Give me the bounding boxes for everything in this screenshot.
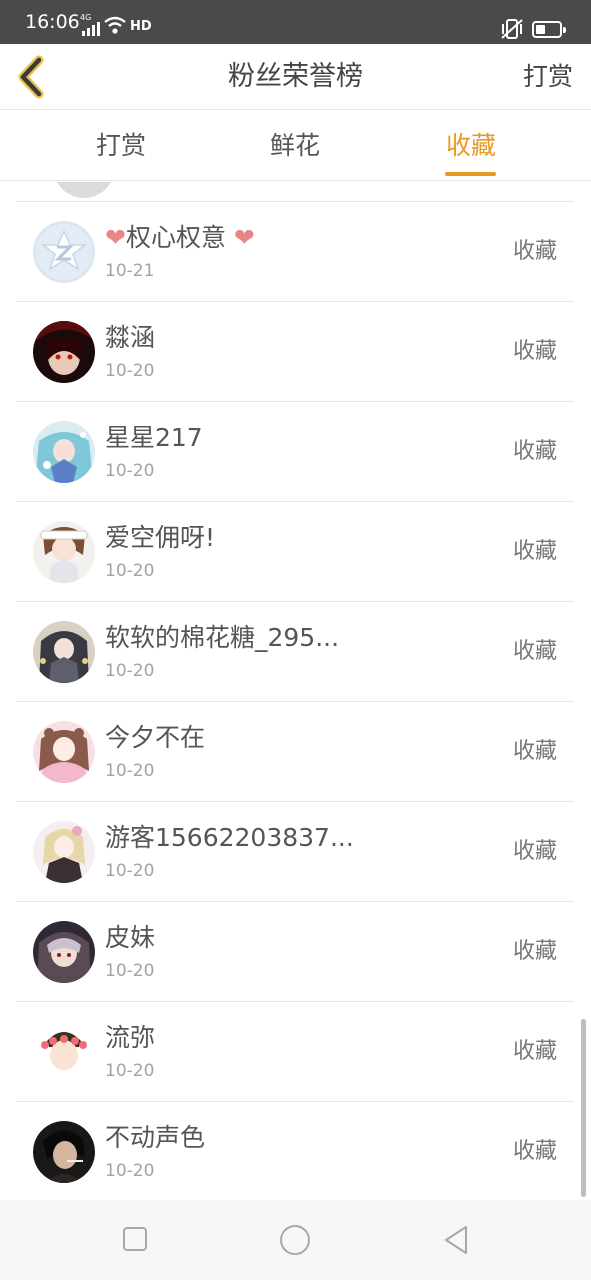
avatar bbox=[33, 521, 95, 583]
favorite-label: 收藏 bbox=[512, 239, 557, 264]
fan-name: 今夕不在 bbox=[105, 723, 206, 752]
fan-date: 10-21 bbox=[105, 261, 155, 281]
square-icon[interactable] bbox=[122, 1226, 148, 1252]
favorite-label: 收藏 bbox=[512, 739, 557, 764]
wifi-icon bbox=[104, 16, 126, 34]
avatar bbox=[33, 421, 95, 483]
fan-list[interactable]: ❤权心权意 ❤ 10-21 收藏 㵘涵 10-20 收藏 星星217 10-20… bbox=[17, 182, 574, 1200]
favorite-label: 收藏 bbox=[512, 539, 557, 564]
favorite-label: 收藏 bbox=[512, 839, 557, 864]
hd-voice-icon: HD bbox=[130, 19, 152, 34]
list-item[interactable]: 星星217 10-20 收藏 bbox=[17, 402, 574, 502]
avatar bbox=[33, 921, 95, 983]
fan-name: 爱空佣呀! bbox=[105, 523, 216, 552]
favorite-label: 收藏 bbox=[512, 439, 557, 464]
list-item[interactable]: 软软的棉花糖_295... 10-20 收藏 bbox=[17, 602, 574, 702]
fan-date: 10-20 bbox=[105, 661, 155, 681]
favorite-label: 收藏 bbox=[512, 1039, 557, 1064]
circle-icon[interactable] bbox=[279, 1224, 311, 1256]
avatar bbox=[33, 221, 95, 283]
list-item-partial bbox=[17, 182, 574, 202]
avatar bbox=[33, 1121, 95, 1183]
triangle-back-icon[interactable] bbox=[442, 1224, 470, 1256]
avatar bbox=[33, 821, 95, 883]
fan-date: 10-20 bbox=[105, 761, 155, 781]
favorite-label: 收藏 bbox=[512, 339, 557, 364]
fan-name: 不动声色 bbox=[105, 1123, 206, 1152]
list-item[interactable]: 不动声色 10-20 收藏 bbox=[17, 1102, 574, 1200]
favorite-label: 收藏 bbox=[512, 1139, 557, 1164]
fan-date: 10-20 bbox=[105, 1161, 155, 1181]
favorite-label: 收藏 bbox=[512, 639, 557, 664]
fan-date: 10-20 bbox=[105, 1061, 155, 1081]
fan-name: 软软的棉花糖_295... bbox=[105, 623, 340, 652]
title-bar: 粉丝荣誉榜 打赏 bbox=[0, 44, 591, 110]
active-tab-indicator bbox=[445, 172, 496, 176]
list-item[interactable]: 㵘涵 10-20 收藏 bbox=[17, 302, 574, 402]
fan-name: 流弥 bbox=[105, 1023, 156, 1052]
tab-favorites[interactable]: 收藏 bbox=[445, 129, 497, 163]
fan-date: 10-20 bbox=[105, 461, 155, 481]
list-item[interactable]: ❤权心权意 ❤ 10-21 收藏 bbox=[17, 202, 574, 302]
fan-name: ❤权心权意 ❤ bbox=[105, 223, 255, 252]
signal-icon bbox=[82, 22, 100, 36]
page-title: 粉丝荣誉榜 bbox=[228, 61, 363, 92]
tab-reward[interactable]: 打赏 bbox=[95, 129, 147, 163]
fan-date: 10-20 bbox=[105, 961, 155, 981]
list-item[interactable]: 游客15662203837... 10-20 收藏 bbox=[17, 802, 574, 902]
heart-icon: ❤ bbox=[225, 223, 255, 252]
fan-date: 10-20 bbox=[105, 561, 155, 581]
reward-button[interactable]: 打赏 bbox=[523, 60, 573, 94]
status-time: 16:06 bbox=[25, 11, 80, 33]
list-item[interactable]: 皮妹 10-20 收藏 bbox=[17, 902, 574, 1002]
avatar bbox=[33, 1021, 95, 1083]
fan-date: 10-20 bbox=[105, 361, 155, 381]
scrollbar[interactable] bbox=[581, 1019, 586, 1197]
vibrate-off-icon bbox=[501, 19, 523, 39]
fan-name: 皮妹 bbox=[105, 923, 156, 952]
fan-name: 游客15662203837... bbox=[105, 823, 354, 852]
list-item[interactable]: 流弥 10-20 收藏 bbox=[17, 1002, 574, 1102]
fan-name: 星星217 bbox=[105, 423, 203, 452]
favorite-label: 收藏 bbox=[512, 939, 557, 964]
list-item[interactable]: 爱空佣呀! 10-20 收藏 bbox=[17, 502, 574, 602]
list-item[interactable]: 今夕不在 10-20 收藏 bbox=[17, 702, 574, 802]
system-nav-bar bbox=[0, 1200, 591, 1280]
heart-icon: ❤ bbox=[105, 223, 126, 252]
tab-bar: 打赏 鲜花 收藏 bbox=[0, 111, 591, 181]
fan-date: 10-20 bbox=[105, 861, 155, 881]
avatar bbox=[33, 321, 95, 383]
network-type-label: 4G bbox=[80, 13, 92, 22]
avatar bbox=[33, 721, 95, 783]
status-bar: 16:06 4G HD bbox=[0, 0, 591, 44]
avatar bbox=[33, 621, 95, 683]
tab-flowers[interactable]: 鲜花 bbox=[269, 129, 321, 163]
battery-low-icon bbox=[532, 21, 566, 38]
fan-name: 㵘涵 bbox=[105, 323, 156, 352]
